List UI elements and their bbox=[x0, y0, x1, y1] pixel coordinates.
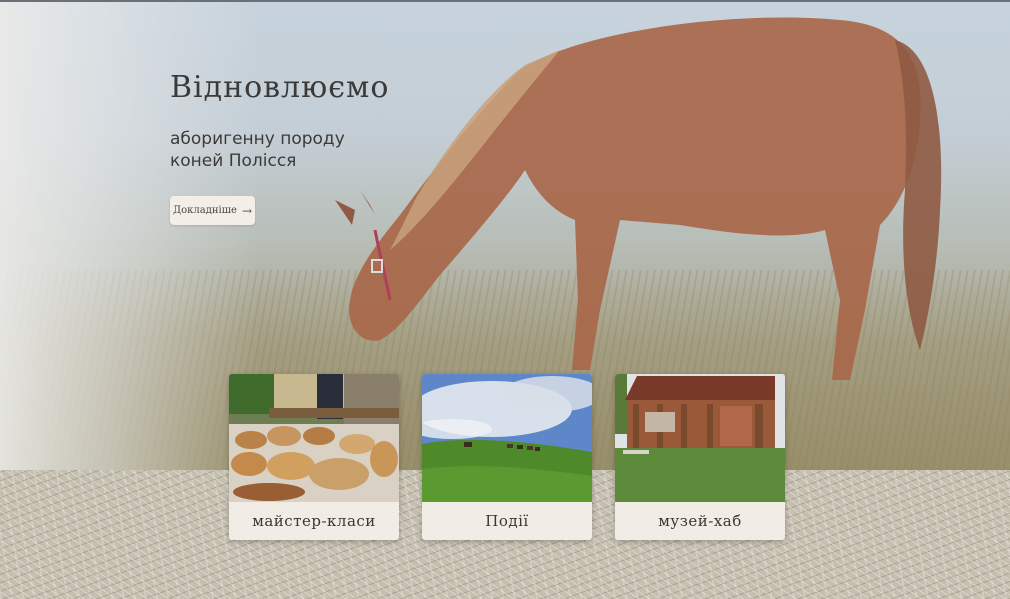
card-events-label: Події bbox=[485, 512, 529, 530]
more-button-label: Докладніше bbox=[172, 205, 237, 216]
card-workshops-label: майстер-класи bbox=[252, 512, 376, 530]
horses-on-hill-photo bbox=[422, 374, 592, 502]
hero-title: Відновлюємо bbox=[170, 70, 390, 105]
hero-subtitle: аборигенну породу коней Полісся bbox=[170, 128, 390, 172]
card-workshops[interactable]: майстер-класи bbox=[229, 374, 399, 540]
top-border bbox=[0, 0, 1010, 2]
arrow-right-icon: → bbox=[241, 203, 252, 218]
more-button[interactable]: Докладніше → bbox=[170, 196, 255, 225]
card-museum-hub[interactable]: музей-хаб bbox=[615, 374, 785, 540]
wooden-house-photo bbox=[615, 374, 785, 502]
hero-subtitle-line1: аборигенну породу bbox=[170, 129, 345, 149]
horse-image bbox=[335, 17, 942, 380]
bread-and-pastries-photo bbox=[229, 374, 399, 502]
card-museum-hub-label: музей-хаб bbox=[658, 512, 742, 530]
card-events[interactable]: Події bbox=[422, 374, 592, 540]
hero-subtitle-line2: коней Полісся bbox=[170, 151, 297, 171]
